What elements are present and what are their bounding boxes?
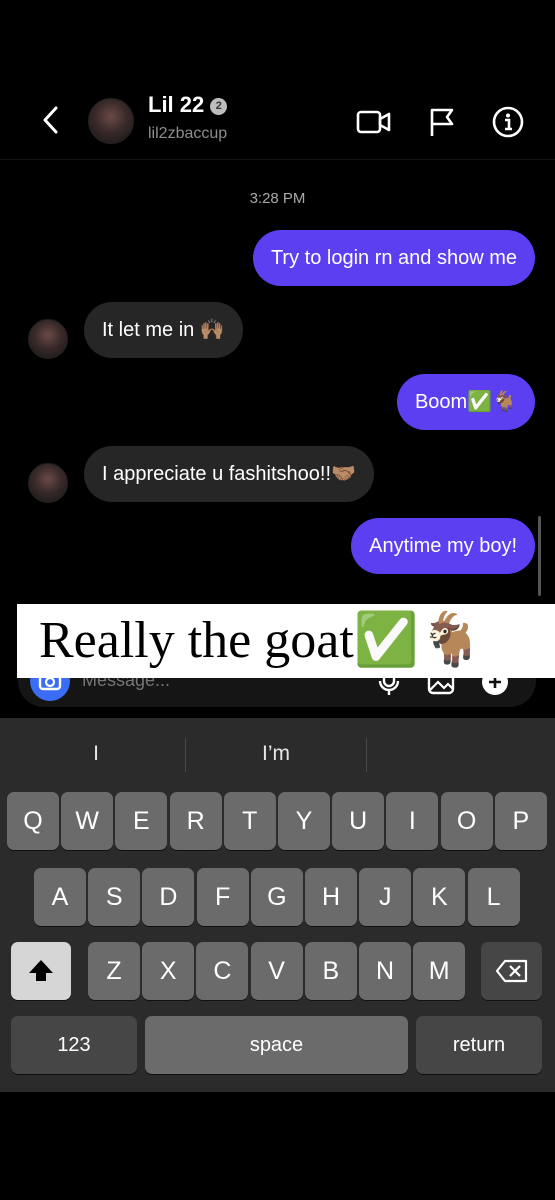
- key-h[interactable]: H: [305, 868, 357, 926]
- delete-key[interactable]: [481, 942, 542, 1000]
- video-call-icon: [356, 110, 391, 134]
- bottom-area: [0, 1092, 555, 1200]
- flag-icon: [430, 108, 454, 136]
- outgoing-message[interactable]: Boom✅🐐: [396, 374, 535, 430]
- key-b[interactable]: B: [304, 942, 357, 1000]
- sender-avatar: [28, 463, 68, 503]
- key-c[interactable]: C: [196, 942, 249, 1000]
- outgoing-message[interactable]: Try to login rn and show me: [252, 230, 535, 286]
- key-i[interactable]: I: [386, 792, 439, 850]
- sender-avatar: [28, 319, 68, 359]
- info-button[interactable]: [490, 104, 526, 140]
- contact-username: lil2zbaccup: [148, 125, 228, 142]
- key-u[interactable]: U: [332, 792, 385, 850]
- video-call-button[interactable]: [356, 104, 392, 140]
- badge-count: 2: [210, 97, 228, 115]
- contact-name-text: Lil 22: [148, 96, 205, 116]
- key-t[interactable]: T: [223, 792, 276, 850]
- suggestion-divider: [185, 738, 186, 772]
- numbers-key[interactable]: 123: [11, 1016, 137, 1074]
- keyboard: I I’m QWERTYUIOPASDFGHJKLZXCVBNM 123 spa…: [0, 718, 555, 1092]
- report-button[interactable]: [424, 104, 460, 140]
- key-l[interactable]: L: [467, 868, 520, 926]
- suggestion-divider: [366, 738, 367, 772]
- key-y[interactable]: Y: [278, 792, 330, 850]
- suggestion-3[interactable]: [368, 732, 546, 776]
- suggestion-1[interactable]: I: [8, 732, 184, 776]
- info-icon: [492, 106, 524, 138]
- key-a[interactable]: A: [34, 868, 86, 926]
- message-timestamp: 3:28 PM: [249, 190, 306, 207]
- return-key[interactable]: return: [416, 1016, 542, 1074]
- key-q[interactable]: Q: [7, 792, 59, 850]
- chat-header: Lil 22 2 lil2zbaccup: [0, 80, 555, 160]
- incoming-message[interactable]: It let me in 🙌🏽: [84, 302, 243, 358]
- space-key[interactable]: space: [145, 1016, 408, 1074]
- key-r[interactable]: R: [169, 792, 222, 850]
- outgoing-message[interactable]: Anytime my boy!: [351, 518, 535, 574]
- key-e[interactable]: E: [115, 792, 168, 850]
- key-z[interactable]: Z: [88, 942, 140, 1000]
- suggestion-2[interactable]: I’m: [187, 732, 365, 776]
- key-n[interactable]: N: [359, 942, 411, 1000]
- key-g[interactable]: G: [250, 868, 303, 926]
- key-p[interactable]: P: [494, 792, 547, 850]
- key-v[interactable]: V: [250, 942, 303, 1000]
- shift-arrow-icon: [29, 960, 53, 981]
- key-f[interactable]: F: [196, 868, 249, 926]
- key-s[interactable]: S: [88, 868, 141, 926]
- key-m[interactable]: M: [413, 942, 466, 1000]
- contact-avatar[interactable]: [88, 98, 134, 144]
- key-o[interactable]: O: [440, 792, 493, 850]
- backspace-icon: [495, 959, 527, 983]
- key-k[interactable]: K: [413, 868, 466, 926]
- scrollbar[interactable]: [538, 516, 541, 596]
- shift-key[interactable]: [11, 942, 71, 1000]
- story-caption: Really the goat✅🐐: [17, 604, 555, 678]
- key-w[interactable]: W: [61, 792, 114, 850]
- contact-name[interactable]: Lil 22 2: [148, 96, 228, 116]
- back-chevron-icon: [43, 106, 58, 134]
- key-d[interactable]: D: [142, 868, 195, 926]
- key-x[interactable]: X: [142, 942, 195, 1000]
- key-j[interactable]: J: [359, 868, 412, 926]
- incoming-message[interactable]: I appreciate u fashitshoo!!🤝🏽: [84, 446, 374, 502]
- back-button[interactable]: [36, 100, 66, 140]
